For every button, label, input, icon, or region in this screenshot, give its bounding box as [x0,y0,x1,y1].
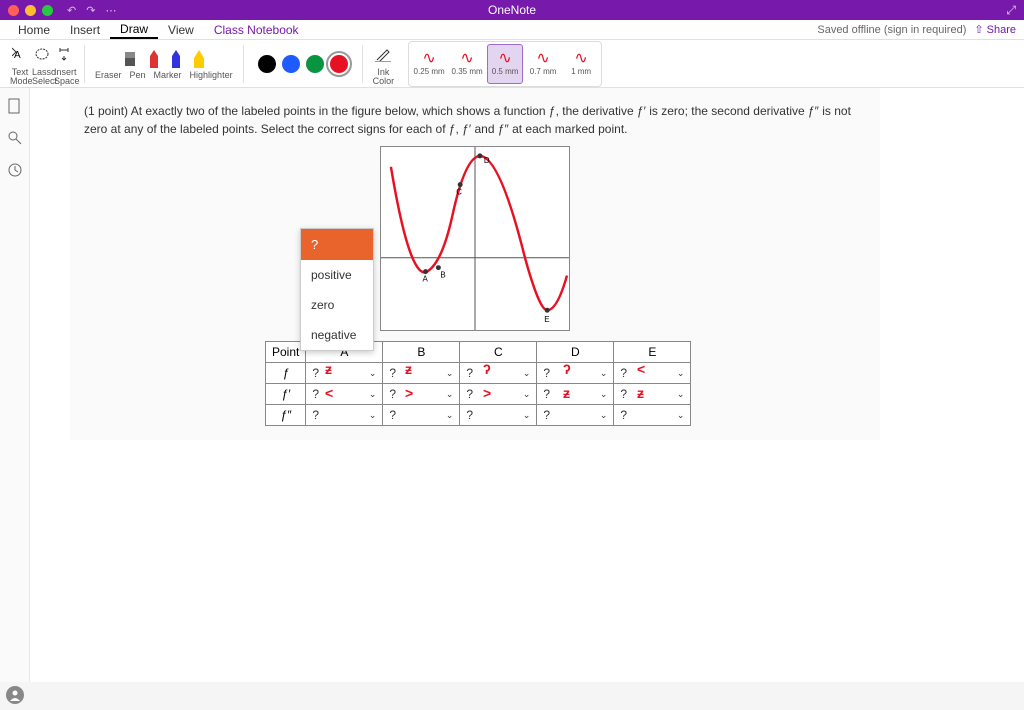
stroke-07[interactable]: ∿0.7 mm [525,44,561,84]
select-f-e[interactable]: ?⌄ [620,366,684,380]
ink-color-tool[interactable] [373,41,393,67]
text-mode-tool[interactable]: A [10,41,30,67]
close-window-icon[interactable] [8,5,19,16]
svg-text:E: E [544,315,549,324]
stroke-035[interactable]: ∿0.35 mm [449,44,485,84]
marker-label: Marker [154,71,182,80]
workspace: (1 point) At exactly two of the labeled … [0,88,1024,682]
color-blue[interactable] [282,55,300,73]
menu-view[interactable]: View [158,20,204,39]
problem-text: (1 point) At exactly two of the labeled … [84,102,866,138]
highlighter-tool[interactable] [191,48,207,70]
answer-dropdown-popup[interactable]: ? positive zero negative [300,228,374,351]
account-icon[interactable] [6,686,24,704]
select-fpp-a[interactable]: ?⌄ [312,408,376,422]
lasso-label: LassoSelect [32,68,52,86]
window-controls [8,5,53,16]
ribbon-toggle-icon[interactable]: ⤢ [1006,3,1016,18]
select-fpp-b[interactable]: ?⌄ [389,408,453,422]
select-fpp-d[interactable]: ?⌄ [543,408,607,422]
menu-class-notebook[interactable]: Class Notebook [204,20,309,39]
col-e: E [614,342,691,363]
function-graph: A B C D E [380,146,570,331]
pen-tool[interactable] [147,48,161,70]
svg-text:D: D [484,156,490,165]
select-f-b[interactable]: ?⌄ [389,366,453,380]
select-fp-c[interactable]: ?⌄ [466,387,530,401]
select-fp-e[interactable]: ?⌄ [620,387,684,401]
color-swatches [250,55,356,73]
svg-text:B: B [440,271,445,280]
stroke-05[interactable]: ∿0.5 mm [487,44,523,84]
eraser-label: Eraser [95,71,122,80]
select-fpp-c[interactable]: ?⌄ [466,408,530,422]
color-black[interactable] [258,55,276,73]
select-fp-a[interactable]: ?⌄ [312,387,376,401]
notebooks-icon[interactable] [7,98,23,114]
ribbon: A TextMode LassoSelect InsertSpace Erase… [0,40,1024,88]
svg-text:C: C [456,187,462,196]
select-f-c[interactable]: ?⌄ [466,366,530,380]
dropdown-option-negative[interactable]: negative [301,320,373,350]
stroke-1[interactable]: ∿1 mm [563,44,599,84]
color-red[interactable] [330,55,348,73]
select-fp-b[interactable]: ?⌄ [389,387,453,401]
search-icon[interactable] [7,130,23,146]
canvas[interactable]: (1 point) At exactly two of the labeled … [30,88,1024,682]
select-fp-d[interactable]: ?⌄ [543,387,607,401]
marker-tool[interactable] [169,48,183,70]
stroke-width-group: ∿0.25 mm ∿0.35 mm ∿0.5 mm ∿0.7 mm ∿1 mm [408,41,602,87]
text-mode-label: TextMode [10,68,30,86]
select-f-a[interactable]: ?⌄ [312,366,376,380]
svg-text:A: A [423,275,429,284]
undo-icon[interactable]: ↶ [67,4,76,17]
more-icon[interactable]: ⋯ [105,4,116,17]
table-row-fdoubleprime: ƒ″ ?⌄ ?⌄ ?⌄ ?⌄ ?⌄ [266,405,691,426]
table-row-f: ƒ ?⌄ ?⌄ ?⌄ ?⌄ ?⌄ [266,363,691,384]
minimize-window-icon[interactable] [25,5,36,16]
row-label-fpp: ƒ″ [266,405,306,426]
answer-table: Point A B C D E ƒ ?⌄ ?⌄ ?⌄ ?⌄ ?⌄ ƒ′ [265,341,691,426]
lasso-select-tool[interactable] [32,41,52,67]
sidebar-left [0,88,30,682]
col-d: D [537,342,614,363]
note-content: (1 point) At exactly two of the labeled … [70,88,880,440]
eraser-tool[interactable] [121,48,139,70]
col-b: B [383,342,460,363]
titlebar: ↶ ↷ ⋯ OneNote ⤢ [0,0,1024,20]
pen-label: Pen [130,71,146,80]
col-c: C [460,342,537,363]
qat: ↶ ↷ ⋯ [67,4,116,17]
stroke-025[interactable]: ∿0.25 mm [411,44,447,84]
dropdown-selected[interactable]: ? [301,229,373,260]
row-label-f: ƒ [266,363,306,384]
share-button[interactable]: ⇧ Share [974,23,1016,36]
dropdown-option-positive[interactable]: positive [301,260,373,290]
recent-icon[interactable] [7,162,23,178]
redo-icon[interactable]: ↷ [86,4,95,17]
menu-home[interactable]: Home [8,20,60,39]
save-status: Saved offline (sign in required) [817,24,966,36]
dropdown-option-zero[interactable]: zero [301,290,373,320]
app-title: OneNote [488,3,536,17]
highlighter-label: Highlighter [190,71,233,80]
insert-space-label: InsertSpace [54,68,74,86]
menu-insert[interactable]: Insert [60,20,110,39]
maximize-window-icon[interactable] [42,5,53,16]
select-fpp-e[interactable]: ?⌄ [620,408,684,422]
menubar: Home Insert Draw View Class Notebook Sav… [0,20,1024,40]
select-f-d[interactable]: ?⌄ [543,366,607,380]
insert-space-tool[interactable] [54,41,74,67]
table-row-fprime: ƒ′ ?⌄ ?⌄ ?⌄ ?⌄ ?⌄ [266,384,691,405]
ink-color-label: InkColor [373,68,395,86]
menu-draw[interactable]: Draw [110,20,158,39]
row-label-fprime: ƒ′ [266,384,306,405]
color-green[interactable] [306,55,324,73]
